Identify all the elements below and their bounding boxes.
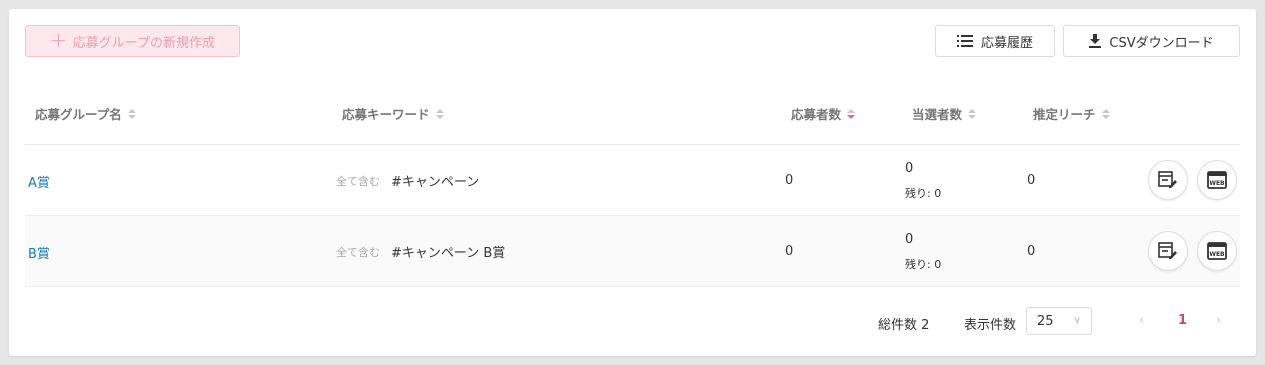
web-icon: WEB [1207, 242, 1227, 260]
group-name-link[interactable]: B賞 [28, 243, 50, 262]
create-group-label: 応募グループの新規作成 [72, 35, 215, 51]
applicants-count: 0 [785, 173, 794, 188]
header-winners-label: 当選者数 [912, 107, 963, 122]
table-header: 応募グループ名 応募キーワード 応募者数 当選者数 推定リーチ [25, 79, 1240, 145]
edit-icon [1158, 171, 1177, 188]
sort-icon [127, 108, 136, 119]
header-reach-label: 推定リーチ [1033, 107, 1096, 122]
header-group-name[interactable]: 応募グループ名 [35, 104, 136, 123]
web-icon: WEB [1207, 171, 1227, 189]
header-applicants[interactable]: 応募者数 [791, 104, 856, 123]
keyword-text: #キャンペーン B賞 [391, 246, 506, 261]
next-page-button[interactable]: › [1216, 313, 1221, 328]
per-page-label: 表示件数 [964, 318, 1017, 333]
history-label: 応募履歴 [980, 35, 1033, 51]
keyword-condition: 全て含む [336, 246, 380, 259]
current-page[interactable]: 1 [1178, 313, 1187, 328]
sort-icon [435, 108, 444, 119]
winners-count: 0 [905, 161, 914, 176]
remaining-count: 残り: 0 [905, 258, 942, 271]
edit-icon [1158, 242, 1177, 259]
sort-desc-icon [847, 108, 856, 119]
svg-text:WEB: WEB [1209, 180, 1225, 187]
header-keyword[interactable]: 応募キーワード [342, 104, 444, 123]
winners-count: 0 [905, 232, 914, 247]
chevron-down-icon: ∨ [1073, 315, 1081, 326]
reach-count: 0 [1027, 244, 1036, 259]
web-view-button[interactable]: WEB [1197, 231, 1237, 271]
per-page-select[interactable]: 25 ∨ [1026, 307, 1092, 335]
sort-icon [1101, 108, 1110, 119]
download-icon [1089, 34, 1102, 48]
header-keyword-label: 応募キーワード [342, 107, 430, 122]
table-row: A賞 全て含む #キャンペーン 0 0 残り: 0 0 WEB [25, 145, 1240, 216]
create-group-button[interactable]: + 応募グループの新規作成 [25, 25, 240, 57]
reach-count: 0 [1027, 173, 1036, 188]
keyword-text: #キャンペーン [391, 175, 480, 190]
per-page-value: 25 [1037, 313, 1054, 329]
applicants-count: 0 [785, 244, 794, 259]
header-applicants-label: 応募者数 [791, 107, 842, 122]
edit-button[interactable] [1148, 160, 1188, 200]
header-reach[interactable]: 推定リーチ [1033, 104, 1110, 123]
header-winners[interactable]: 当選者数 [912, 104, 977, 123]
sort-icon [968, 108, 977, 119]
keyword-condition: 全て含む [336, 175, 380, 188]
csv-download-button[interactable]: CSVダウンロード [1063, 25, 1240, 57]
plus-icon: + [50, 28, 67, 52]
main-card: + 応募グループの新規作成 応募履歴 CSVダウンロード 応募グループ名 応募キ [9, 9, 1256, 356]
svg-text:WEB: WEB [1209, 251, 1225, 258]
table-row: B賞 全て含む #キャンペーン B賞 0 0 残り: 0 0 WEB [25, 216, 1240, 287]
csv-download-label: CSVダウンロード [1109, 35, 1214, 51]
edit-button[interactable] [1148, 231, 1188, 271]
prev-page-button[interactable]: ‹ [1139, 313, 1144, 328]
table-footer: 総件数 2 表示件数 25 ∨ ‹ 1 › [9, 307, 1256, 339]
remaining-count: 残り: 0 [905, 187, 942, 200]
total-count: 総件数 2 [878, 318, 930, 333]
web-view-button[interactable]: WEB [1197, 160, 1237, 200]
list-icon [956, 35, 973, 47]
groups-table: 応募グループ名 応募キーワード 応募者数 当選者数 推定リーチ A賞 全て含む … [25, 79, 1240, 287]
history-button[interactable]: 応募履歴 [935, 25, 1055, 57]
header-group-name-label: 応募グループ名 [35, 107, 122, 122]
group-name-link[interactable]: A賞 [28, 172, 50, 191]
